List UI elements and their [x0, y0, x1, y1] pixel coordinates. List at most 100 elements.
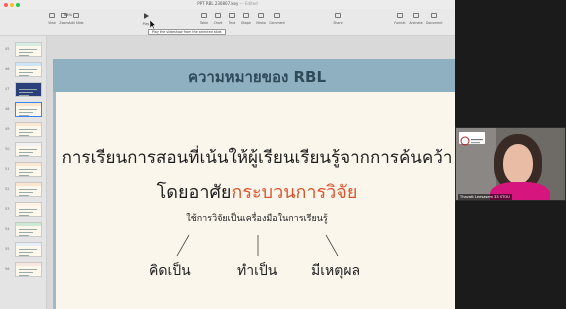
- media-icon: [258, 13, 264, 18]
- slide-number: 45: [5, 47, 10, 51]
- slide-number: 50: [5, 147, 10, 151]
- slide-thumbnail[interactable]: [15, 122, 42, 137]
- mouse-cursor-icon: [150, 20, 156, 29]
- text-icon: [229, 13, 235, 18]
- thumbnail-text-line: [19, 195, 29, 197]
- slide-thumbnail[interactable]: [15, 162, 42, 177]
- branch-line-left: [176, 234, 190, 257]
- thumbnail-header: [16, 243, 41, 246]
- thumbnail-text-line: [19, 109, 37, 111]
- slide-title: ความหมายของ RBL: [187, 68, 327, 86]
- title-bar: PPT RBL 230807.key — Edited: [0, 0, 455, 9]
- slide-number: 56: [5, 267, 10, 271]
- slide[interactable]: ความหมายของ RBL การเรียนการสอนที่เน้นให้…: [53, 59, 455, 309]
- thumbnail-text-line: [19, 235, 29, 237]
- thumbnail-text-line: [19, 89, 37, 91]
- thumbnail-text-line: [19, 172, 33, 174]
- branch-line-center: [257, 235, 259, 256]
- thumbnail-text-line: [19, 132, 33, 134]
- slide-number: 52: [5, 187, 10, 191]
- thumbnail-text-line: [19, 55, 29, 57]
- slide-thumbnail[interactable]: [15, 142, 42, 157]
- thumbnail-header: [16, 223, 41, 226]
- toolbar-label: Shape: [241, 21, 251, 25]
- thumbnail-text-line: [19, 169, 37, 171]
- slide-number: 53: [5, 207, 10, 211]
- thumbnail-header: [16, 203, 41, 206]
- thumbnail-header: [16, 183, 41, 186]
- slide-canvas: ความหมายของ RBL การเรียนการสอนที่เน้นให้…: [47, 36, 455, 309]
- thumbnail-text-line: [19, 135, 29, 137]
- toolbar-button-media[interactable]: Media: [253, 13, 269, 25]
- format-icon: [397, 13, 403, 18]
- thumbnail-text-line: [19, 72, 33, 74]
- slide-number: 48: [5, 107, 10, 111]
- toolbar-button-format[interactable]: Format: [392, 13, 408, 25]
- thumbnail-text-line: [19, 152, 33, 154]
- slide-thumbnail[interactable]: [15, 202, 42, 217]
- thumbnail-text-line: [19, 112, 33, 114]
- slide-thumbnail[interactable]: [15, 42, 42, 57]
- slide-header-bar: ความหมายของ RBL: [53, 59, 455, 92]
- slide-thumbnail[interactable]: [15, 102, 42, 117]
- thumbnail-text-line: [19, 95, 29, 97]
- thumbnail-text-line: [19, 232, 33, 234]
- keynote-window: PPT RBL 230807.key — Edited View Zoom Add …: [0, 0, 455, 309]
- slide-thumbnail[interactable]: [15, 62, 42, 77]
- slide-number: 49: [5, 127, 10, 131]
- toolbar-label: Media: [256, 21, 266, 25]
- outcome-reason: มีเหตุผล: [311, 263, 361, 279]
- document-edited-status: — Edited: [239, 1, 258, 6]
- comment-icon: [274, 13, 280, 18]
- shape-icon: [243, 13, 249, 18]
- toolbar: View Zoom Add Slide Play Table Chart Text Shape…: [0, 9, 455, 36]
- participant-face: [503, 144, 533, 184]
- play-tooltip: Play the slideshow from the selected sli…: [148, 29, 227, 35]
- slide-navigator: 45 46 47 48 49 50 51 52 53 54 55 56: [0, 36, 47, 309]
- zoom-value[interactable]: 68%: [64, 13, 72, 17]
- thumbnail-header: [16, 63, 41, 66]
- thumbnail-header: [16, 143, 41, 146]
- toolbar-button-shape[interactable]: Shape: [238, 13, 254, 25]
- outcome-think: คิดเป็น: [149, 263, 191, 279]
- method-highlight: กระบวนการวิจัย: [231, 182, 358, 203]
- thumbnail-text-line: [19, 252, 33, 254]
- toolbar-button-share[interactable]: Share: [330, 13, 346, 25]
- toolbar-button-document[interactable]: Document: [426, 13, 443, 25]
- participant-name-label: Thavatt Leesasem 33 STOU: [458, 194, 512, 200]
- play-icon: [143, 13, 149, 19]
- thumbnail-text-line: [19, 92, 33, 94]
- toolbar-label: Share: [333, 21, 343, 25]
- thumbnail-header: [16, 163, 41, 166]
- method-prefix: โดยอาศัย: [156, 182, 232, 203]
- thumbnail-text-line: [19, 75, 29, 77]
- slide-number: 51: [5, 167, 10, 171]
- share-icon: [335, 13, 341, 18]
- slide-thumbnail[interactable]: [15, 182, 42, 197]
- thumbnail-text-line: [19, 155, 29, 157]
- thumbnail-text-line: [19, 212, 33, 214]
- toolbar-label: Animate: [409, 21, 423, 25]
- table-icon: [201, 13, 207, 18]
- toolbar-button-comment[interactable]: Comment: [269, 13, 285, 25]
- slide-thumbnail[interactable]: [15, 82, 42, 97]
- outcome-do: ทำเป็น: [237, 263, 278, 279]
- sidebar-icon: [49, 13, 55, 18]
- participant-video[interactable]: Thavatt Leesasem 33 STOU: [455, 127, 566, 201]
- document-title-text: PPT RBL 230807.key: [197, 1, 239, 6]
- screen: PPT RBL 230807.key — Edited View Zoom Add …: [0, 0, 566, 309]
- slide-thumbnail[interactable]: [15, 262, 42, 277]
- thumbnail-text-line: [19, 149, 37, 151]
- slide-thumbnail[interactable]: [15, 222, 42, 237]
- slide-thumbnail[interactable]: [15, 242, 42, 257]
- slide-tool-line: ใช้การวิจัยเป็นเครื่องมือในการเรียนรู้: [186, 214, 328, 224]
- thumbnail-header: [16, 103, 41, 106]
- thumbnail-text-line: [19, 269, 37, 271]
- document-icon: [431, 13, 437, 18]
- thumbnail-text-line: [19, 275, 29, 277]
- thumbnail-header: [16, 43, 41, 46]
- toolbar-button-animate[interactable]: Animate: [408, 13, 424, 25]
- thumbnail-text-line: [19, 129, 37, 131]
- thumbnail-text-line: [19, 229, 37, 231]
- toolbar-label: Document: [426, 21, 443, 25]
